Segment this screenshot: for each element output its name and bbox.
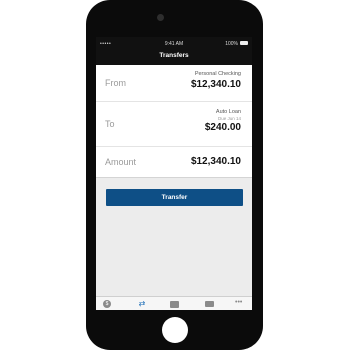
app-screen: ••••• 9:41 AM 100% Transfers From Person… <box>96 37 252 310</box>
transfer-arrows-icon[interactable]: ⇄ <box>138 300 146 308</box>
page-title: Transfers <box>159 52 189 59</box>
nav-bar: Transfers <box>96 49 252 65</box>
home-button[interactable] <box>162 317 188 343</box>
card-icon[interactable] <box>205 301 214 307</box>
to-amount: $240.00 <box>204 122 241 133</box>
from-row[interactable]: From Personal Checking $12,340.10 <box>96 65 252 102</box>
to-account-name: Auto Loan <box>215 109 241 115</box>
deposit-icon[interactable] <box>170 301 179 308</box>
to-due-date: Due Jun 14 <box>217 116 241 121</box>
more-icon[interactable]: ••• <box>235 299 247 308</box>
dollar-icon[interactable]: $ <box>103 300 111 308</box>
amount-label: Amount <box>105 157 137 167</box>
from-balance: $12,340.10 <box>190 79 241 90</box>
from-label: From <box>105 78 126 88</box>
phone-frame: ••••• 9:41 AM 100% Transfers From Person… <box>86 0 263 350</box>
to-label: To <box>105 119 115 129</box>
amount-row[interactable]: Amount $12,340.10 <box>96 147 252 177</box>
from-account-name: Personal Checking <box>194 71 241 77</box>
status-bar: ••••• 9:41 AM 100% <box>96 37 252 49</box>
battery-percent: 100% <box>225 41 238 47</box>
to-row[interactable]: To Auto Loan Due Jun 14 $240.00 <box>96 102 252 147</box>
battery-icon <box>240 41 248 45</box>
transfer-form: From Personal Checking $12,340.10 To Aut… <box>96 65 252 178</box>
tab-bar: $ ⇄ ••• <box>96 296 252 310</box>
amount-value: $12,340.10 <box>190 156 241 167</box>
camera-icon <box>157 14 164 21</box>
transfer-button[interactable]: Transfer <box>106 189 243 206</box>
